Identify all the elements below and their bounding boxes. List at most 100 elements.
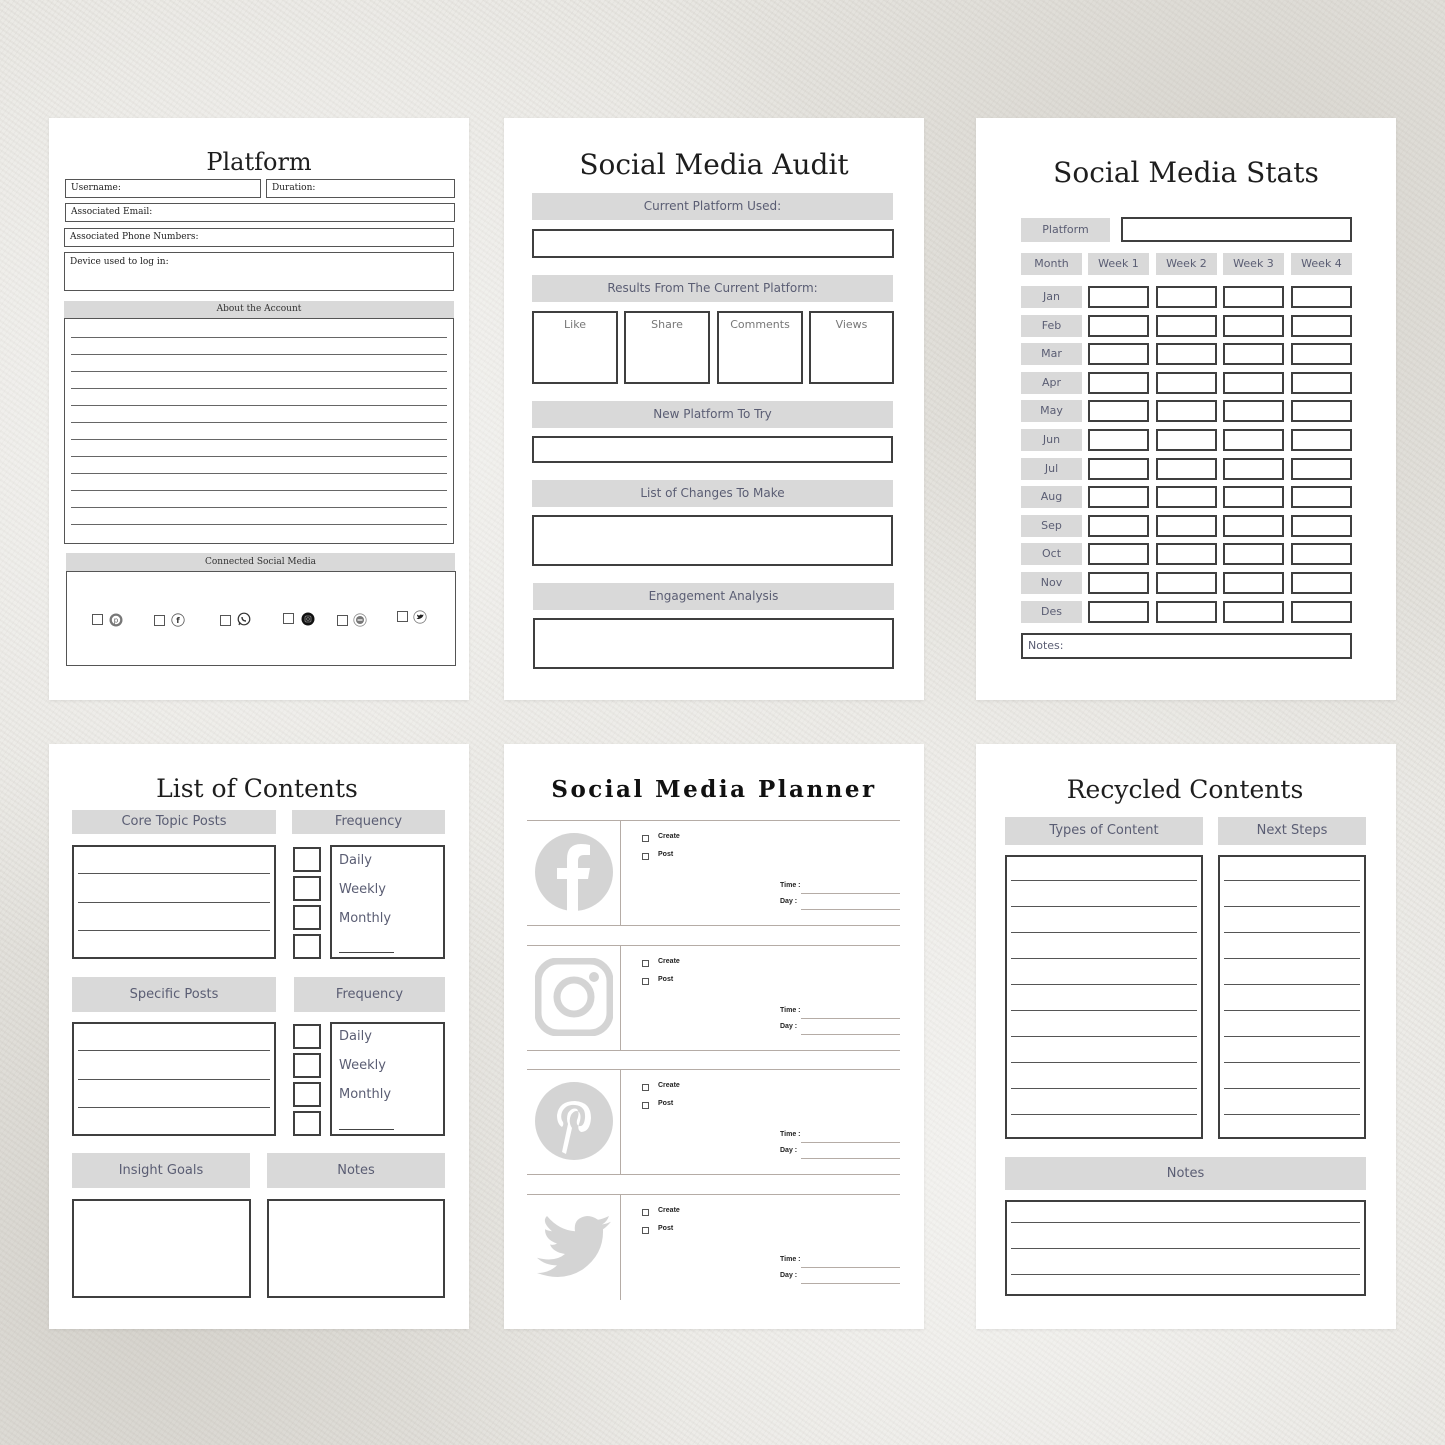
pinterest-create-checkbox[interactable] bbox=[642, 1084, 649, 1091]
twitter-day-line[interactable] bbox=[801, 1283, 900, 1284]
stats-cell-jan-week-3[interactable] bbox=[1223, 286, 1284, 308]
pinterest-day-line[interactable] bbox=[801, 1158, 900, 1159]
about-account-area[interactable] bbox=[64, 318, 454, 544]
stats-cell-jul-week-2[interactable] bbox=[1156, 457, 1217, 480]
contents-notes-area[interactable] bbox=[267, 1199, 445, 1298]
stats-cell-oct-week-2[interactable] bbox=[1156, 543, 1217, 566]
stats-cell-aug-week-1[interactable] bbox=[1088, 486, 1149, 509]
stats-cell-may-week-1[interactable] bbox=[1088, 400, 1149, 423]
twitter-create-checkbox[interactable] bbox=[642, 1209, 649, 1216]
metric-share-box[interactable]: Share bbox=[624, 311, 710, 384]
messenger-checkbox[interactable] bbox=[337, 615, 348, 626]
current-platform-field[interactable] bbox=[532, 229, 894, 258]
metric-comments-box[interactable]: Comments bbox=[717, 311, 803, 384]
stats-cell-apr-week-1[interactable] bbox=[1088, 371, 1149, 394]
stats-cell-sep-week-3[interactable] bbox=[1223, 514, 1284, 537]
stats-cell-nov-week-2[interactable] bbox=[1156, 572, 1217, 594]
stats-cell-feb-week-1[interactable] bbox=[1088, 314, 1149, 337]
pinterest-post-checkbox[interactable] bbox=[642, 1102, 649, 1109]
specific-posts-area[interactable] bbox=[72, 1022, 276, 1136]
facebook-time-line[interactable] bbox=[801, 893, 900, 894]
stats-cell-oct-week-3[interactable] bbox=[1223, 543, 1284, 566]
frequency-daily-checkbox-1[interactable] bbox=[293, 847, 321, 872]
stats-cell-oct-week-4[interactable] bbox=[1291, 543, 1352, 566]
next-steps-area[interactable] bbox=[1218, 855, 1366, 1139]
engagement-field[interactable] bbox=[533, 618, 894, 669]
stats-cell-sep-week-2[interactable] bbox=[1156, 514, 1217, 537]
types-of-content-area[interactable] bbox=[1005, 855, 1203, 1139]
stats-cell-aug-week-3[interactable] bbox=[1223, 486, 1284, 509]
stats-cell-jan-week-1[interactable] bbox=[1088, 286, 1149, 308]
new-platform-field[interactable] bbox=[532, 436, 893, 463]
username-field[interactable]: Username: bbox=[65, 179, 261, 198]
stats-cell-jan-week-4[interactable] bbox=[1291, 286, 1352, 308]
frequency-other-checkbox-2[interactable] bbox=[293, 1111, 321, 1136]
stats-cell-feb-week-2[interactable] bbox=[1156, 314, 1217, 337]
stats-cell-sep-week-4[interactable] bbox=[1291, 514, 1352, 537]
recycled-notes-area[interactable] bbox=[1005, 1200, 1366, 1296]
stats-cell-jun-week-3[interactable] bbox=[1223, 429, 1284, 451]
stats-cell-apr-week-2[interactable] bbox=[1156, 371, 1217, 394]
frequency-monthly-checkbox-2[interactable] bbox=[293, 1082, 321, 1107]
frequency-other-line[interactable] bbox=[339, 1129, 394, 1130]
stats-cell-des-week-1[interactable] bbox=[1088, 600, 1149, 623]
stats-cell-jun-week-1[interactable] bbox=[1088, 429, 1149, 451]
stats-cell-aug-week-2[interactable] bbox=[1156, 486, 1217, 509]
stats-cell-jul-week-4[interactable] bbox=[1291, 457, 1352, 480]
stats-cell-mar-week-2[interactable] bbox=[1156, 343, 1217, 366]
instagram-time-line[interactable] bbox=[801, 1018, 900, 1019]
frequency-weekly-checkbox-2[interactable] bbox=[293, 1053, 321, 1078]
stats-notes-field[interactable]: Notes: bbox=[1021, 633, 1352, 659]
stats-cell-des-week-4[interactable] bbox=[1291, 600, 1352, 623]
stats-cell-nov-week-3[interactable] bbox=[1223, 572, 1284, 594]
stats-cell-apr-week-3[interactable] bbox=[1223, 371, 1284, 394]
stats-cell-jan-week-2[interactable] bbox=[1156, 286, 1217, 308]
frequency-other-checkbox-1[interactable] bbox=[293, 934, 321, 959]
facebook-create-checkbox[interactable] bbox=[642, 835, 649, 842]
twitter-time-line[interactable] bbox=[801, 1267, 900, 1268]
frequency-weekly-checkbox-1[interactable] bbox=[293, 876, 321, 901]
stats-cell-apr-week-4[interactable] bbox=[1291, 371, 1352, 394]
stats-cell-nov-week-4[interactable] bbox=[1291, 572, 1352, 594]
stats-platform-field[interactable] bbox=[1121, 217, 1352, 242]
device-field[interactable]: Device used to log in: bbox=[64, 252, 454, 291]
twitter-checkbox[interactable] bbox=[397, 611, 408, 622]
stats-cell-sep-week-1[interactable] bbox=[1088, 514, 1149, 537]
stats-cell-aug-week-4[interactable] bbox=[1291, 486, 1352, 509]
core-topic-area[interactable] bbox=[72, 845, 276, 959]
stats-cell-may-week-4[interactable] bbox=[1291, 400, 1352, 423]
duration-field[interactable]: Duration: bbox=[266, 179, 455, 198]
stats-cell-des-week-2[interactable] bbox=[1156, 600, 1217, 623]
email-field[interactable]: Associated Email: bbox=[65, 203, 455, 222]
phone-field[interactable]: Associated Phone Numbers: bbox=[64, 228, 454, 247]
stats-cell-jul-week-3[interactable] bbox=[1223, 457, 1284, 480]
stats-cell-mar-week-4[interactable] bbox=[1291, 343, 1352, 366]
whatsapp-checkbox[interactable] bbox=[220, 615, 231, 626]
stats-cell-feb-week-3[interactable] bbox=[1223, 314, 1284, 337]
stats-cell-jul-week-1[interactable] bbox=[1088, 457, 1149, 480]
frequency-other-line[interactable] bbox=[339, 952, 394, 953]
instagram-post-checkbox[interactable] bbox=[642, 978, 649, 985]
stats-cell-oct-week-1[interactable] bbox=[1088, 543, 1149, 566]
stats-cell-nov-week-1[interactable] bbox=[1088, 572, 1149, 594]
frequency-monthly-checkbox-1[interactable] bbox=[293, 905, 321, 930]
pinterest-checkbox[interactable] bbox=[92, 614, 103, 625]
stats-cell-jun-week-2[interactable] bbox=[1156, 429, 1217, 451]
pinterest-time-line[interactable] bbox=[801, 1142, 900, 1143]
stats-cell-mar-week-1[interactable] bbox=[1088, 343, 1149, 366]
twitter-post-checkbox[interactable] bbox=[642, 1227, 649, 1234]
stats-cell-jun-week-4[interactable] bbox=[1291, 429, 1352, 451]
insight-goals-area[interactable] bbox=[72, 1199, 251, 1298]
stats-cell-may-week-2[interactable] bbox=[1156, 400, 1217, 423]
facebook-post-checkbox[interactable] bbox=[642, 853, 649, 860]
stats-cell-des-week-3[interactable] bbox=[1223, 600, 1284, 623]
frequency-daily-checkbox-2[interactable] bbox=[293, 1024, 321, 1049]
stats-cell-may-week-3[interactable] bbox=[1223, 400, 1284, 423]
facebook-day-line[interactable] bbox=[801, 909, 900, 910]
stats-cell-mar-week-3[interactable] bbox=[1223, 343, 1284, 366]
changes-field[interactable] bbox=[532, 515, 893, 566]
metric-views-box[interactable]: Views bbox=[809, 311, 894, 384]
stats-cell-feb-week-4[interactable] bbox=[1291, 314, 1352, 337]
facebook-checkbox[interactable] bbox=[154, 615, 165, 626]
metric-like-box[interactable]: Like bbox=[532, 311, 618, 384]
